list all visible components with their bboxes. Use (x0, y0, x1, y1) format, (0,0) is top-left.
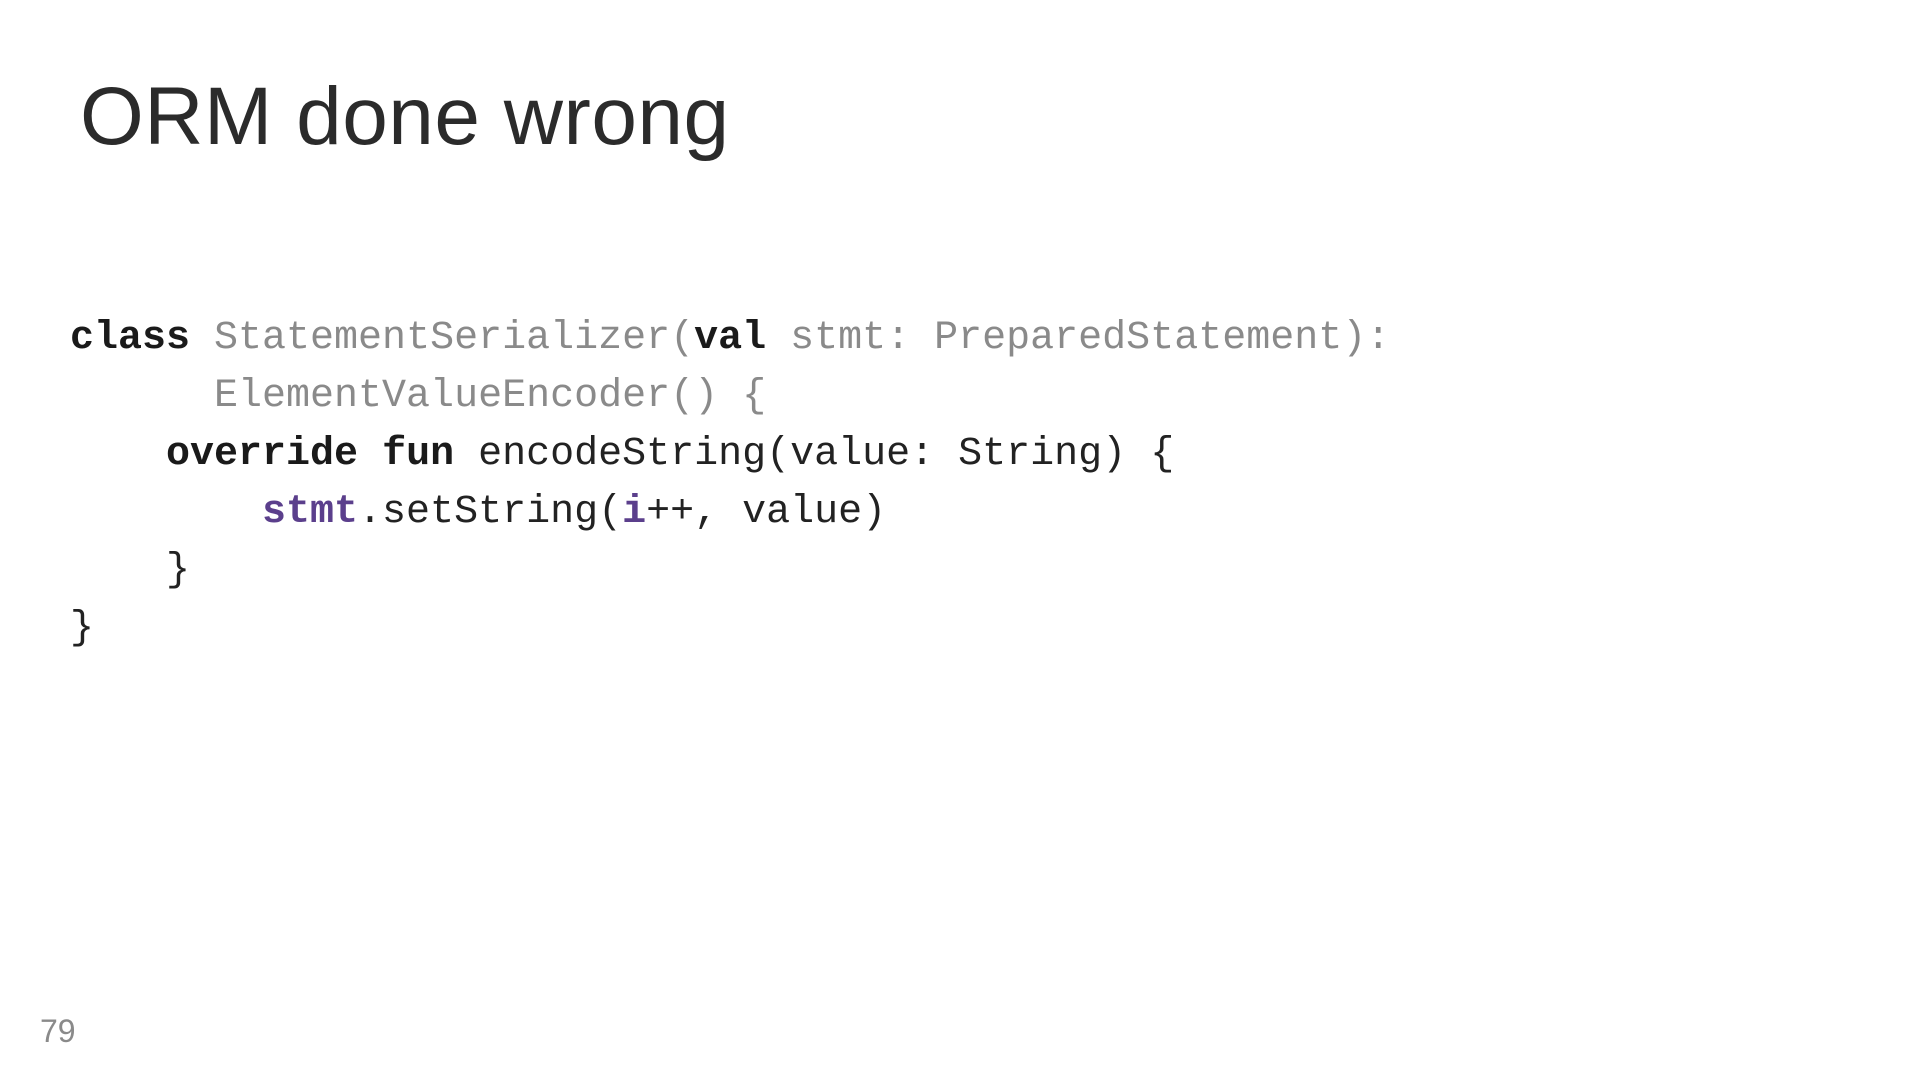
code-text (70, 432, 166, 477)
keyword-class: class (70, 316, 214, 361)
code-text: .setString( (358, 490, 622, 535)
keyword-val: val (694, 316, 790, 361)
slide-title: ORM done wrong (80, 70, 730, 164)
keyword-override: override (166, 432, 382, 477)
code-text: encodeString(value: String) { (478, 432, 1174, 477)
code-text: : PreparedStatement): (886, 316, 1390, 361)
property-stmt: stmt (262, 490, 358, 535)
code-text: ++, value) (646, 490, 886, 535)
code-text: } (70, 548, 190, 593)
code-text: StatementSerializer( (214, 316, 694, 361)
code-text: } (70, 606, 94, 651)
code-text: stmt (790, 316, 886, 361)
code-text: ElementValueEncoder() { (70, 374, 766, 419)
keyword-fun: fun (382, 432, 478, 477)
slide: ORM done wrong class StatementSerializer… (0, 0, 1920, 1080)
property-i: i (622, 490, 646, 535)
code-block: class StatementSerializer(val stmt: Prep… (70, 310, 1390, 658)
code-text (70, 490, 262, 535)
page-number: 79 (40, 1013, 76, 1050)
